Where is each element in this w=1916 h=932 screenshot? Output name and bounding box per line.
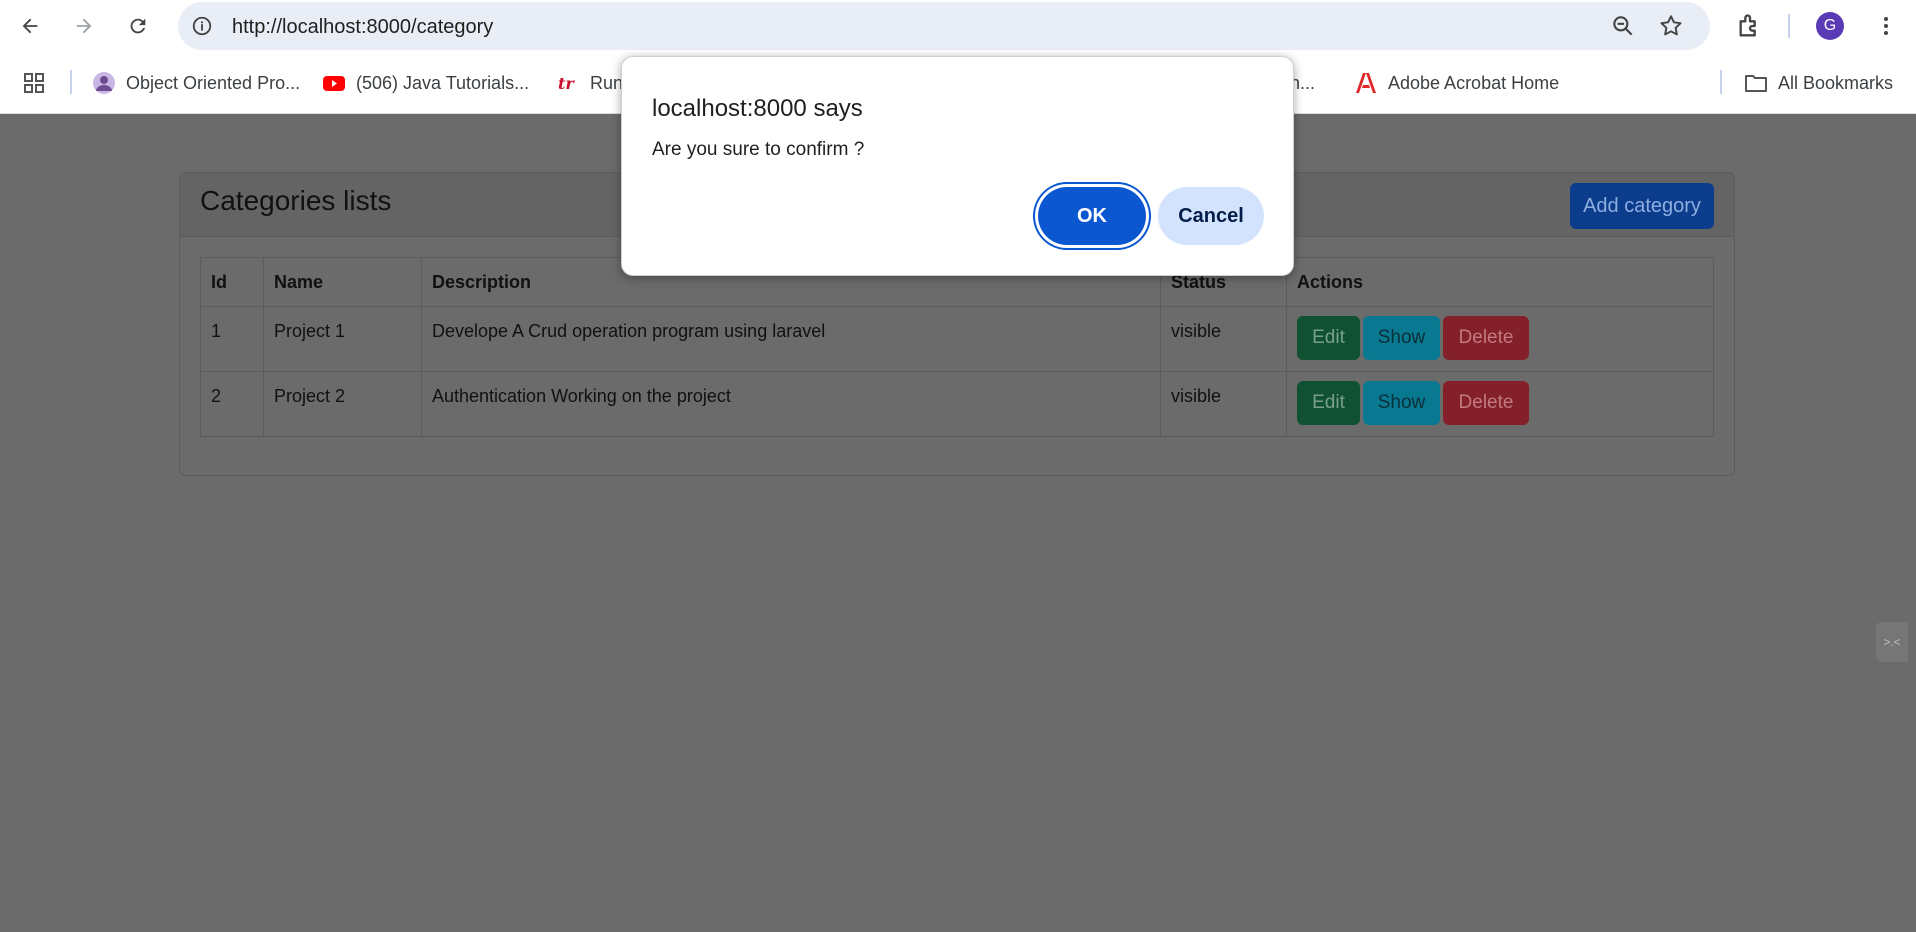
bookmark-label: Adobe Acrobat Home [1388,72,1560,93]
cell-actions: Edit Show Delete [1286,306,1714,372]
bookmark-label: Run [590,72,624,93]
bookmark-label: All Bookmarks [1778,72,1894,93]
profile-photo-icon [92,71,116,95]
cell-status: visible [1160,306,1287,372]
cell-id: 1 [200,306,264,372]
categories-table: Id Name Description Status Actions 1 Pro… [200,257,1714,437]
arrow-left-icon [22,18,38,34]
svg-text:tr: tr [558,74,575,93]
apps-grid-icon[interactable] [22,68,46,98]
edit-button[interactable]: Edit [1297,316,1360,360]
cell-description: Authentication Working on the project [421,371,1161,437]
show-button[interactable]: Show [1363,316,1440,360]
bookmark-run[interactable]: tr Run [556,68,623,98]
cell-id: 2 [200,371,264,437]
reload-button[interactable] [120,8,156,44]
bookmark-java-tutorials[interactable]: (506) Java Tutorials... [322,68,529,98]
table-row: 2 Project 2 Authentication Working on th… [200,371,1714,437]
delete-button[interactable]: Delete [1443,316,1529,360]
forward-button[interactable] [66,8,102,44]
dialog-message: Are you sure to confirm ? [652,139,865,160]
bookmark-label: Object Oriented Pro... [126,72,301,93]
cell-description: Develope A Crud operation program using … [421,306,1161,372]
toolbar-divider [1788,14,1790,38]
add-category-button[interactable]: Add category [1570,183,1714,229]
dialog-title: localhost:8000 says [652,95,863,122]
browser-toolbar: http://localhost:8000/category G [0,0,1916,52]
url-text[interactable]: http://localhost:8000/category [232,16,493,39]
edit-button[interactable]: Edit [1297,381,1360,425]
back-button[interactable] [12,8,48,44]
cell-name: Project 1 [263,306,422,372]
adobe-acrobat-icon [1354,71,1378,95]
bookmark-object-oriented[interactable]: Object Oriented Pro... [92,68,300,98]
bookmark-star-icon[interactable] [1658,13,1684,39]
column-header-name: Name [263,257,422,307]
show-button[interactable]: Show [1363,381,1440,425]
youtube-icon [322,71,346,95]
kebab-menu-icon[interactable] [1872,12,1900,40]
ok-button[interactable]: OK [1038,187,1146,245]
cell-actions: Edit Show Delete [1286,371,1714,437]
reload-icon [130,18,146,34]
bookmarks-divider [70,70,72,94]
folder-icon [1744,71,1768,95]
bookmark-adobe-acrobat[interactable]: Adobe Acrobat Home [1354,68,1559,98]
cell-name: Project 2 [263,371,422,437]
table-row: 1 Project 1 Develope A Crud operation pr… [200,306,1714,372]
column-header-id: Id [200,257,264,307]
arrow-right-icon [76,18,92,34]
side-panel-toggle-icon[interactable]: >.< [1876,622,1908,662]
confirm-dialog: localhost:8000 says Are you sure to conf… [621,56,1294,276]
cancel-button[interactable]: Cancel [1158,187,1264,245]
site-info-icon[interactable] [190,14,214,38]
address-bar[interactable]: http://localhost:8000/category [178,2,1710,50]
bookmarks-divider [1720,70,1722,94]
cell-status: visible [1160,371,1287,437]
extensions-icon[interactable] [1736,12,1764,40]
column-header-actions: Actions [1286,257,1714,307]
profile-avatar[interactable]: G [1816,12,1844,40]
delete-button[interactable]: Delete [1443,381,1529,425]
page-title: Categories lists [200,185,392,216]
all-bookmarks-button[interactable]: All Bookmarks [1744,68,1893,98]
bookmark-label: (506) Java Tutorials... [356,72,530,93]
tr-logo-icon: tr [556,71,580,95]
zoom-icon[interactable] [1610,13,1636,39]
